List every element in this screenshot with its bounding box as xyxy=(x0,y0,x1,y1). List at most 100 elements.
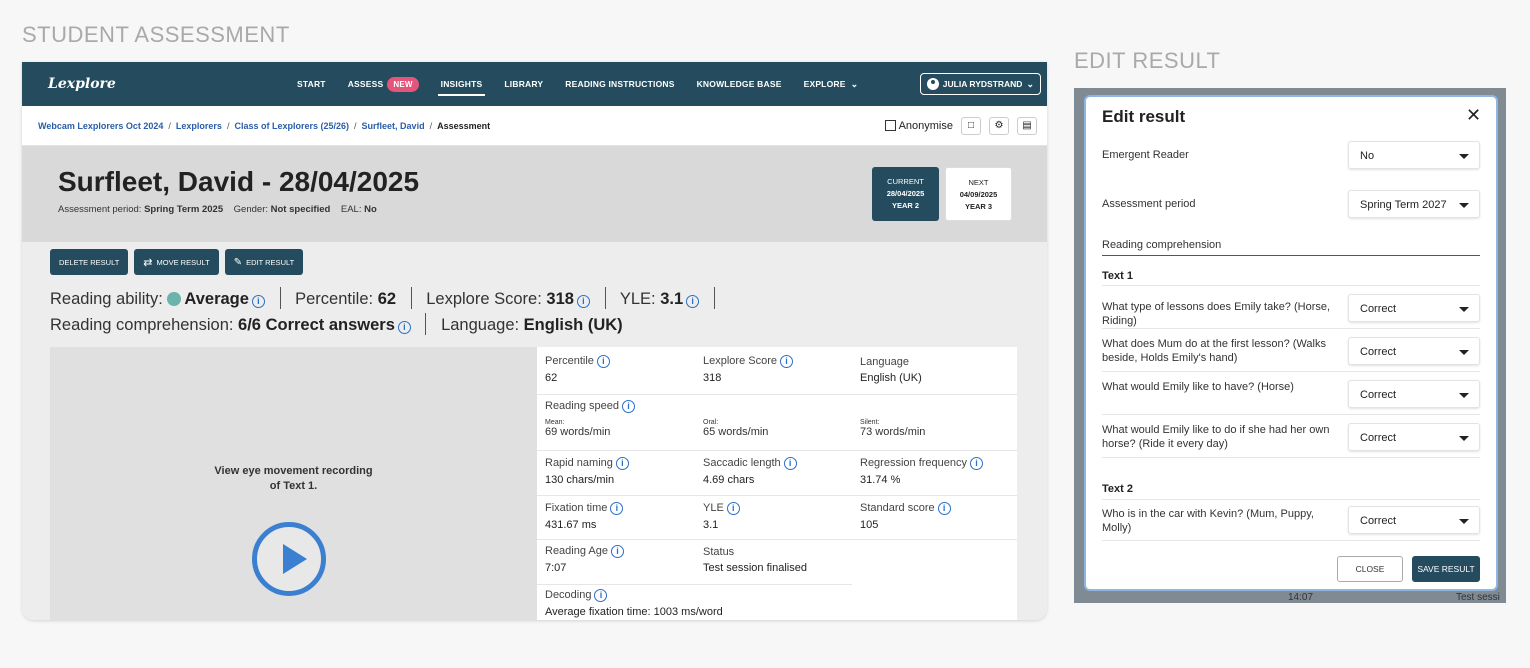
select-value: Correct xyxy=(1360,432,1397,444)
emergent-reader-select[interactable]: No xyxy=(1348,141,1480,169)
info-icon[interactable]: i xyxy=(576,295,590,308)
nav-insights[interactable]: INSIGHTS xyxy=(430,62,494,106)
divider xyxy=(425,313,427,335)
score-value: 318 xyxy=(546,290,574,308)
move-result-button[interactable]: ⇄ MOVE RESULT xyxy=(134,249,219,275)
divider xyxy=(1102,371,1480,372)
nav-explore[interactable]: EXPLORE ⌄ xyxy=(793,62,870,106)
print-icon: ▤ xyxy=(1022,120,1032,131)
question-label: What would Emily like to do if she had h… xyxy=(1102,424,1330,450)
user-name: JULIA RYDSTRAND xyxy=(942,79,1023,89)
answer-select-q5[interactable]: Correct xyxy=(1348,506,1480,534)
nav-knowledge-base[interactable]: KNOWLEDGE BASE xyxy=(686,62,793,106)
close-icon[interactable]: ✕ xyxy=(1466,105,1481,126)
info-icon[interactable]: i xyxy=(686,295,700,308)
question-label: Who is in the car with Kevin? (Mum, Pupp… xyxy=(1102,508,1314,534)
breadcrumb-link[interactable]: Lexplorers xyxy=(176,121,222,131)
stat-value: 62 xyxy=(545,372,558,384)
breadcrumb-link[interactable]: Surfleet, David xyxy=(362,121,425,131)
lexplore-logo[interactable]: Lexplore xyxy=(48,76,248,92)
student-header: Surfleet, David - 28/04/2025 Assessment … xyxy=(22,146,1047,242)
stats-row: Decoding i Average fixation time: 1003 ms/… xyxy=(537,585,1017,620)
breadcrumb-current: Assessment xyxy=(437,120,491,131)
info-icon[interactable]: i xyxy=(611,545,624,558)
nav-assess[interactable]: ASSESS NEW xyxy=(337,62,430,106)
anonymise-checkbox[interactable] xyxy=(884,120,896,131)
period-year: YEAR 2 xyxy=(891,201,920,210)
info-icon[interactable]: i xyxy=(726,502,740,515)
anonymise-toggle[interactable]: Anonymise xyxy=(884,120,953,132)
caret-down-icon xyxy=(1459,393,1469,398)
caret-down-icon xyxy=(1459,203,1469,208)
answer-select-q3[interactable]: Correct xyxy=(1348,380,1480,408)
answer-select-q4[interactable]: Correct xyxy=(1348,423,1480,451)
info-icon[interactable]: i xyxy=(397,321,411,334)
next-period-card[interactable]: NEXT 04/09/2025 YEAR 3 xyxy=(945,167,1012,221)
caret-down-icon xyxy=(1459,436,1469,441)
user-menu-button[interactable]: JULIA RYDSTRAND ⌄ xyxy=(919,73,1041,95)
select-value: Correct xyxy=(1360,346,1397,358)
yle-value: 3.1 xyxy=(660,290,684,308)
save-result-button[interactable]: SAVE RESULT xyxy=(1412,556,1480,582)
average-dot-icon xyxy=(167,292,182,306)
dialog-title: Edit result xyxy=(1102,107,1186,126)
close-button[interactable]: CLOSE xyxy=(1337,556,1403,582)
info-icon[interactable]: i xyxy=(596,355,610,368)
move-result-label: MOVE RESULT xyxy=(156,257,210,267)
print-button[interactable]: ▤ xyxy=(1017,116,1037,135)
nav-library[interactable]: LIBRARY xyxy=(493,62,554,106)
comprehension-value: 6/6 Correct answers xyxy=(238,316,395,334)
info-icon[interactable]: i xyxy=(251,295,265,308)
gender-value: Not specified xyxy=(270,204,331,215)
select-value: Correct xyxy=(1360,515,1397,527)
breadcrumb-separator: / xyxy=(226,120,230,131)
answer-select-q1[interactable]: Correct xyxy=(1348,294,1480,322)
info-icon[interactable]: i xyxy=(970,457,984,470)
info-icon[interactable]: i xyxy=(594,589,608,602)
language-value: English (UK) xyxy=(523,316,623,334)
edit-result-button[interactable]: ✎ EDIT RESULT xyxy=(224,249,304,275)
settings-button[interactable]: ⚙ xyxy=(989,116,1009,135)
info-icon[interactable]: i xyxy=(780,355,793,368)
edit-result-label: EDIT RESULT xyxy=(246,257,295,267)
stat-value: 31.74 % xyxy=(860,474,901,486)
period-value: Spring Term 2025 xyxy=(144,204,224,215)
nav-insights-label: INSIGHTS xyxy=(440,79,483,89)
comprehension-heading: Reading comprehension xyxy=(1102,239,1222,251)
nav-start-label: START xyxy=(297,79,326,89)
percentile-value: 62 xyxy=(377,290,397,308)
stat-language: Language English (UK) xyxy=(860,356,922,384)
nav-reading-instructions[interactable]: READING INSTRUCTIONS xyxy=(554,62,685,106)
comment-button[interactable]: □ xyxy=(961,116,981,135)
info-icon[interactable]: i xyxy=(622,400,636,413)
swap-icon: ⇄ xyxy=(143,256,153,269)
stat-value: Test session finalised xyxy=(703,562,807,574)
assessment-period-select[interactable]: Spring Term 2027 xyxy=(1348,190,1480,218)
info-icon[interactable]: i xyxy=(615,457,629,470)
info-icon[interactable]: i xyxy=(610,502,624,515)
pencil-icon: ✎ xyxy=(233,256,243,268)
info-icon[interactable]: i xyxy=(783,457,797,470)
period-date: 28/04/2025 xyxy=(886,189,925,198)
breadcrumb-link[interactable]: Webcam Lexplorers Oct 2024 xyxy=(38,121,163,131)
breadcrumb-link[interactable]: Class of Lexplorers (25/26) xyxy=(234,121,349,131)
percentile-label: Percentile: xyxy=(295,290,374,308)
comprehension-label: Reading comprehension: xyxy=(50,316,234,334)
divider xyxy=(279,287,281,309)
user-icon xyxy=(926,78,939,90)
chevron-down-icon: ⌄ xyxy=(1026,78,1034,89)
current-period-card[interactable]: CURRENT 28/04/2025 YEAR 2 xyxy=(872,167,939,221)
info-icon[interactable]: i xyxy=(937,502,951,515)
period-tag: NEXT xyxy=(968,178,989,187)
play-icon[interactable] xyxy=(252,522,326,596)
background-time: 14:07 xyxy=(1288,592,1314,603)
nav-start[interactable]: START xyxy=(286,62,337,106)
answer-select-q2[interactable]: Correct xyxy=(1348,337,1480,365)
stat-value: 65 words/min xyxy=(703,426,769,438)
divider xyxy=(1102,540,1480,541)
stat-yle: YLE i 3.1 xyxy=(703,502,740,531)
stat-sublabel: Silent: xyxy=(860,419,880,426)
assessment-content: Surfleet, David - 28/04/2025 Assessment … xyxy=(22,146,1047,620)
student-meta: Assessment period: Spring Term 2025 Gend… xyxy=(58,204,377,215)
delete-result-button[interactable]: DELETE RESULT xyxy=(50,249,129,275)
